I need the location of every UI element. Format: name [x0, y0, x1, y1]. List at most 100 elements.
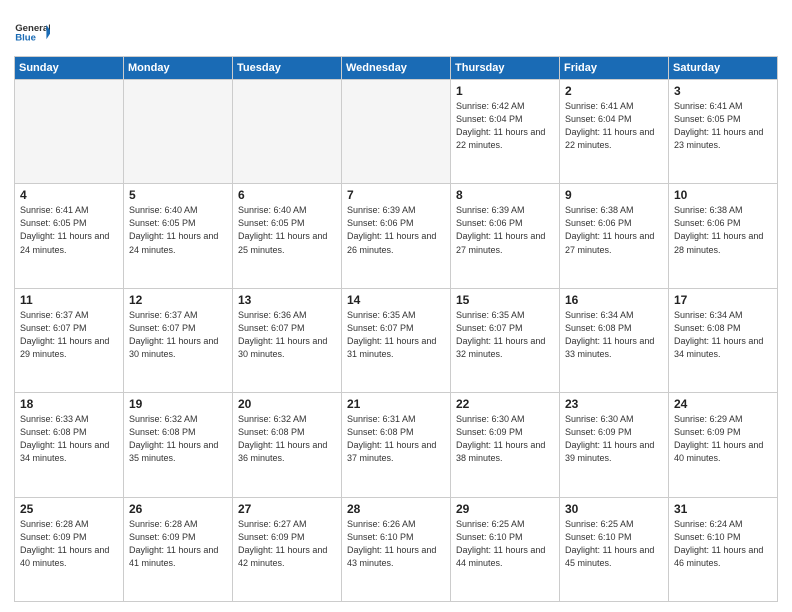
day-number: 24 — [674, 397, 772, 411]
day-info: Sunrise: 6:41 AMSunset: 6:05 PMDaylight:… — [20, 205, 109, 254]
calendar-cell-1-2: 6 Sunrise: 6:40 AMSunset: 6:05 PMDayligh… — [233, 184, 342, 288]
day-info: Sunrise: 6:42 AMSunset: 6:04 PMDaylight:… — [456, 101, 545, 150]
calendar-cell-2-0: 11 Sunrise: 6:37 AMSunset: 6:07 PMDaylig… — [15, 288, 124, 392]
day-number: 3 — [674, 84, 772, 98]
day-info: Sunrise: 6:40 AMSunset: 6:05 PMDaylight:… — [238, 205, 327, 254]
day-info: Sunrise: 6:41 AMSunset: 6:04 PMDaylight:… — [565, 101, 654, 150]
calendar-table: SundayMondayTuesdayWednesdayThursdayFrid… — [14, 56, 778, 602]
day-info: Sunrise: 6:25 AMSunset: 6:10 PMDaylight:… — [456, 519, 545, 568]
calendar-cell-4-0: 25 Sunrise: 6:28 AMSunset: 6:09 PMDaylig… — [15, 497, 124, 601]
day-info: Sunrise: 6:29 AMSunset: 6:09 PMDaylight:… — [674, 414, 763, 463]
calendar-cell-3-5: 23 Sunrise: 6:30 AMSunset: 6:09 PMDaylig… — [560, 393, 669, 497]
day-number: 21 — [347, 397, 445, 411]
calendar-cell-0-6: 3 Sunrise: 6:41 AMSunset: 6:05 PMDayligh… — [669, 80, 778, 184]
calendar-cell-1-5: 9 Sunrise: 6:38 AMSunset: 6:06 PMDayligh… — [560, 184, 669, 288]
day-info: Sunrise: 6:39 AMSunset: 6:06 PMDaylight:… — [347, 205, 436, 254]
calendar-cell-4-1: 26 Sunrise: 6:28 AMSunset: 6:09 PMDaylig… — [124, 497, 233, 601]
day-number: 26 — [129, 502, 227, 516]
header-tuesday: Tuesday — [233, 57, 342, 80]
day-number: 27 — [238, 502, 336, 516]
day-number: 12 — [129, 293, 227, 307]
day-info: Sunrise: 6:37 AMSunset: 6:07 PMDaylight:… — [20, 310, 109, 359]
calendar-cell-0-3 — [342, 80, 451, 184]
week-row-4: 18 Sunrise: 6:33 AMSunset: 6:08 PMDaylig… — [15, 393, 778, 497]
day-info: Sunrise: 6:28 AMSunset: 6:09 PMDaylight:… — [129, 519, 218, 568]
calendar-cell-1-3: 7 Sunrise: 6:39 AMSunset: 6:06 PMDayligh… — [342, 184, 451, 288]
day-info: Sunrise: 6:40 AMSunset: 6:05 PMDaylight:… — [129, 205, 218, 254]
day-info: Sunrise: 6:30 AMSunset: 6:09 PMDaylight:… — [565, 414, 654, 463]
header-monday: Monday — [124, 57, 233, 80]
day-number: 25 — [20, 502, 118, 516]
day-number: 30 — [565, 502, 663, 516]
day-number: 15 — [456, 293, 554, 307]
day-info: Sunrise: 6:24 AMSunset: 6:10 PMDaylight:… — [674, 519, 763, 568]
day-info: Sunrise: 6:34 AMSunset: 6:08 PMDaylight:… — [674, 310, 763, 359]
calendar-cell-4-6: 31 Sunrise: 6:24 AMSunset: 6:10 PMDaylig… — [669, 497, 778, 601]
calendar-cell-4-5: 30 Sunrise: 6:25 AMSunset: 6:10 PMDaylig… — [560, 497, 669, 601]
header-sunday: Sunday — [15, 57, 124, 80]
day-number: 11 — [20, 293, 118, 307]
calendar-cell-0-5: 2 Sunrise: 6:41 AMSunset: 6:04 PMDayligh… — [560, 80, 669, 184]
day-info: Sunrise: 6:36 AMSunset: 6:07 PMDaylight:… — [238, 310, 327, 359]
day-number: 28 — [347, 502, 445, 516]
day-info: Sunrise: 6:32 AMSunset: 6:08 PMDaylight:… — [129, 414, 218, 463]
calendar-cell-1-4: 8 Sunrise: 6:39 AMSunset: 6:06 PMDayligh… — [451, 184, 560, 288]
day-number: 19 — [129, 397, 227, 411]
header-wednesday: Wednesday — [342, 57, 451, 80]
day-info: Sunrise: 6:35 AMSunset: 6:07 PMDaylight:… — [456, 310, 545, 359]
calendar-cell-2-6: 17 Sunrise: 6:34 AMSunset: 6:08 PMDaylig… — [669, 288, 778, 392]
calendar-cell-2-4: 15 Sunrise: 6:35 AMSunset: 6:07 PMDaylig… — [451, 288, 560, 392]
week-row-5: 25 Sunrise: 6:28 AMSunset: 6:09 PMDaylig… — [15, 497, 778, 601]
calendar-cell-1-0: 4 Sunrise: 6:41 AMSunset: 6:05 PMDayligh… — [15, 184, 124, 288]
day-info: Sunrise: 6:38 AMSunset: 6:06 PMDaylight:… — [674, 205, 763, 254]
week-row-1: 1 Sunrise: 6:42 AMSunset: 6:04 PMDayligh… — [15, 80, 778, 184]
day-info: Sunrise: 6:41 AMSunset: 6:05 PMDaylight:… — [674, 101, 763, 150]
day-number: 23 — [565, 397, 663, 411]
day-info: Sunrise: 6:28 AMSunset: 6:09 PMDaylight:… — [20, 519, 109, 568]
day-number: 7 — [347, 188, 445, 202]
day-number: 18 — [20, 397, 118, 411]
day-info: Sunrise: 6:31 AMSunset: 6:08 PMDaylight:… — [347, 414, 436, 463]
calendar-header-row: SundayMondayTuesdayWednesdayThursdayFrid… — [15, 57, 778, 80]
day-info: Sunrise: 6:26 AMSunset: 6:10 PMDaylight:… — [347, 519, 436, 568]
calendar-cell-2-3: 14 Sunrise: 6:35 AMSunset: 6:07 PMDaylig… — [342, 288, 451, 392]
calendar-cell-3-3: 21 Sunrise: 6:31 AMSunset: 6:08 PMDaylig… — [342, 393, 451, 497]
page: General Blue SundayMondayTuesdayWednesda… — [0, 0, 792, 612]
calendar-cell-1-6: 10 Sunrise: 6:38 AMSunset: 6:06 PMDaylig… — [669, 184, 778, 288]
header: General Blue — [14, 10, 778, 50]
calendar-cell-4-4: 29 Sunrise: 6:25 AMSunset: 6:10 PMDaylig… — [451, 497, 560, 601]
calendar-cell-2-5: 16 Sunrise: 6:34 AMSunset: 6:08 PMDaylig… — [560, 288, 669, 392]
day-number: 10 — [674, 188, 772, 202]
day-number: 31 — [674, 502, 772, 516]
day-info: Sunrise: 6:34 AMSunset: 6:08 PMDaylight:… — [565, 310, 654, 359]
day-info: Sunrise: 6:37 AMSunset: 6:07 PMDaylight:… — [129, 310, 218, 359]
day-number: 13 — [238, 293, 336, 307]
header-saturday: Saturday — [669, 57, 778, 80]
calendar-cell-3-2: 20 Sunrise: 6:32 AMSunset: 6:08 PMDaylig… — [233, 393, 342, 497]
calendar-cell-3-4: 22 Sunrise: 6:30 AMSunset: 6:09 PMDaylig… — [451, 393, 560, 497]
calendar-cell-0-2 — [233, 80, 342, 184]
day-number: 22 — [456, 397, 554, 411]
day-info: Sunrise: 6:27 AMSunset: 6:09 PMDaylight:… — [238, 519, 327, 568]
day-info: Sunrise: 6:33 AMSunset: 6:08 PMDaylight:… — [20, 414, 109, 463]
day-number: 14 — [347, 293, 445, 307]
calendar-cell-1-1: 5 Sunrise: 6:40 AMSunset: 6:05 PMDayligh… — [124, 184, 233, 288]
calendar-cell-0-1 — [124, 80, 233, 184]
calendar-cell-3-0: 18 Sunrise: 6:33 AMSunset: 6:08 PMDaylig… — [15, 393, 124, 497]
day-number: 5 — [129, 188, 227, 202]
calendar-cell-0-0 — [15, 80, 124, 184]
day-number: 16 — [565, 293, 663, 307]
day-number: 8 — [456, 188, 554, 202]
day-number: 20 — [238, 397, 336, 411]
day-number: 17 — [674, 293, 772, 307]
day-number: 4 — [20, 188, 118, 202]
day-info: Sunrise: 6:35 AMSunset: 6:07 PMDaylight:… — [347, 310, 436, 359]
day-number: 29 — [456, 502, 554, 516]
calendar-cell-0-4: 1 Sunrise: 6:42 AMSunset: 6:04 PMDayligh… — [451, 80, 560, 184]
calendar-cell-3-1: 19 Sunrise: 6:32 AMSunset: 6:08 PMDaylig… — [124, 393, 233, 497]
day-info: Sunrise: 6:38 AMSunset: 6:06 PMDaylight:… — [565, 205, 654, 254]
calendar-cell-2-1: 12 Sunrise: 6:37 AMSunset: 6:07 PMDaylig… — [124, 288, 233, 392]
day-number: 9 — [565, 188, 663, 202]
logo: General Blue — [14, 14, 50, 50]
calendar-cell-4-2: 27 Sunrise: 6:27 AMSunset: 6:09 PMDaylig… — [233, 497, 342, 601]
